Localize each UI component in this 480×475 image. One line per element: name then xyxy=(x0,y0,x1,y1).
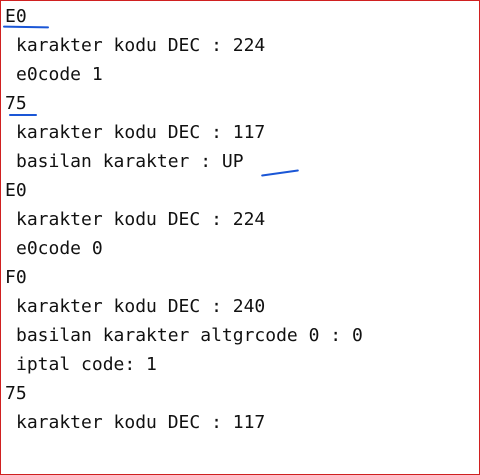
underline-annotation-75 xyxy=(9,114,37,116)
log-line-decimal-code: karakter kodu DEC : 240 xyxy=(16,296,266,317)
log-line-hex-e0: E0 xyxy=(5,180,27,201)
log-line-decimal-code: karakter kodu DEC : 224 xyxy=(16,35,266,56)
log-line-e0code: e0code 0 xyxy=(16,238,103,259)
serial-monitor-output: E0 karakter kodu DEC : 224 e0code 1 75 k… xyxy=(0,0,480,475)
log-line-hex-75: 75 xyxy=(5,383,27,404)
log-line-altgr-code: basilan karakter altgrcode 0 : 0 xyxy=(16,325,363,346)
log-line-hex-f0: F0 xyxy=(5,267,27,288)
log-line-e0code: e0code 1 xyxy=(16,64,103,85)
log-line-decimal-code: karakter kodu DEC : 117 xyxy=(16,412,266,433)
log-line-hex-e0: E0 xyxy=(5,6,27,27)
log-lines: E0 karakter kodu DEC : 224 e0code 1 75 k… xyxy=(5,2,363,437)
log-line-hex-75: 75 xyxy=(5,93,27,114)
log-line-decimal-code: karakter kodu DEC : 117 xyxy=(16,122,266,143)
log-line-cancel-code: iptal code: 1 xyxy=(16,354,157,375)
log-line-decimal-code: karakter kodu DEC : 224 xyxy=(16,209,266,230)
log-line-pressed-key: basilan karakter : UP xyxy=(16,151,244,172)
